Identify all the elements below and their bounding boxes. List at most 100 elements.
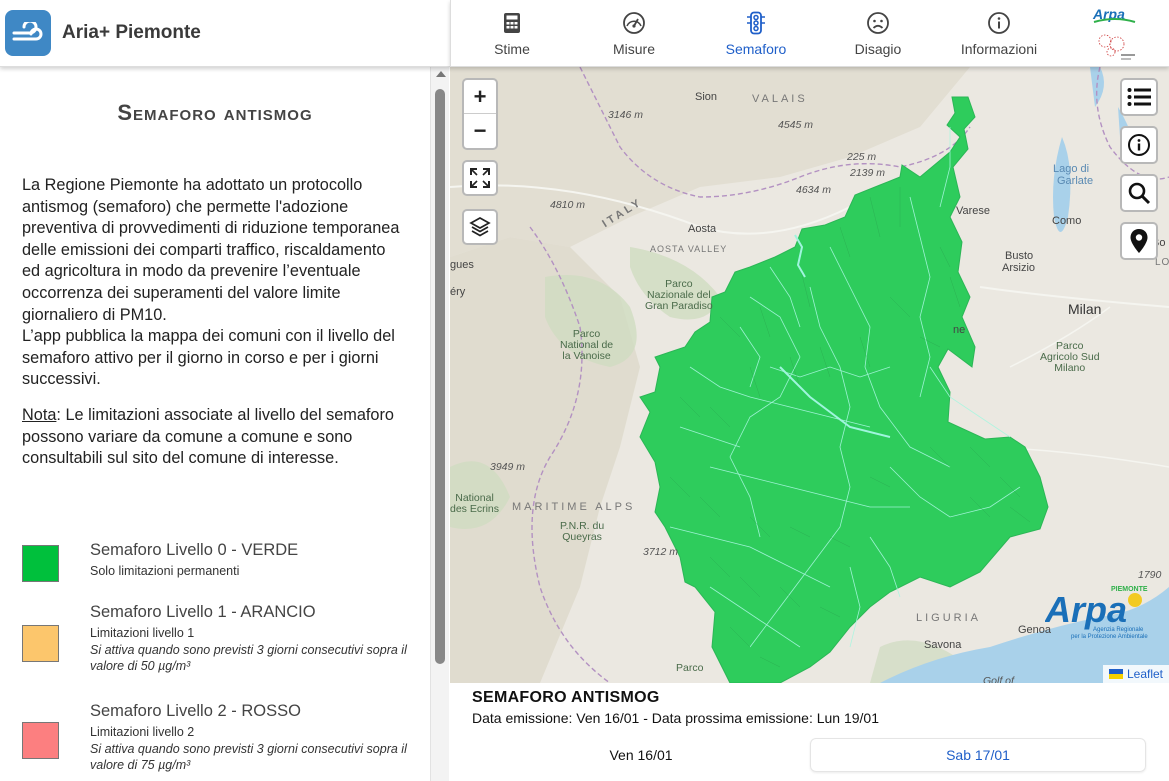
search-button[interactable]	[1120, 174, 1158, 212]
legend-swatch-rosso	[22, 722, 59, 759]
day-selector: Ven 16/01 Sab 17/01	[472, 738, 1146, 772]
legend-subtitle: Limitazioni livello 2	[90, 725, 195, 739]
layers-icon	[469, 217, 491, 237]
legend-subtitle: Solo limitazioni permanenti	[90, 564, 240, 578]
traffic-light-icon	[747, 11, 765, 34]
layers-button[interactable]	[462, 209, 498, 245]
map-label: MARITIME ALPS	[512, 501, 636, 513]
gauge-icon	[623, 11, 645, 34]
note-body: : Le limitazioni associate al livello de…	[22, 406, 394, 468]
zoom-in-button[interactable]: +	[464, 80, 496, 114]
scrollbar-thumb[interactable]	[435, 89, 445, 664]
map-label: Sion	[695, 91, 718, 103]
arpa-logo-icon: Arpa	[1091, 4, 1139, 62]
map-label: Parco	[676, 662, 704, 674]
map-label: Lago di	[1053, 163, 1090, 175]
tab-label: Informazioni	[960, 40, 1038, 57]
map-label: VALAIS	[752, 93, 808, 105]
map-label: LIGURIA	[916, 612, 982, 624]
tab-stime[interactable]: Stime	[469, 0, 555, 67]
app-logo-icon[interactable]	[5, 10, 51, 56]
zoom-control: + −	[462, 78, 498, 150]
attribution-link[interactable]: Leaflet	[1127, 667, 1163, 681]
map-label: Savona	[924, 639, 962, 651]
map-label: National des Ecrins	[450, 492, 500, 515]
map-label: ne	[953, 324, 966, 336]
map[interactable]: Sion VALAIS 3146 m 4545 m 225 m 2139 m 4…	[450, 67, 1169, 683]
map-label: Busto	[1005, 250, 1034, 262]
intro-text: La Regione Piemonte ha adottato un proto…	[22, 176, 400, 389]
svg-text:per la Protezione Ambientale: per la Protezione Ambientale	[1071, 634, 1148, 640]
info-button[interactable]	[1120, 126, 1158, 164]
map-label: 2139 m	[850, 167, 886, 179]
map-label: Parco Agricolo Sud Milano	[1040, 340, 1100, 374]
tab-semaforo[interactable]: Semaforo	[713, 0, 799, 67]
tab-misure[interactable]: Misure	[591, 0, 677, 67]
map-label: Aosta	[688, 223, 717, 235]
legend-subtitle: Limitazioni livello 1	[90, 626, 195, 640]
tab-informazioni[interactable]: Informazioni	[953, 0, 1045, 67]
attribution[interactable]: Leaflet	[1102, 665, 1169, 683]
map-label: 225 m	[847, 151, 877, 163]
list-button[interactable]	[1120, 78, 1158, 116]
map-label: 4634 m	[796, 184, 832, 196]
sad-face-icon	[867, 11, 889, 34]
map-label: Parco Nazionale del Gran Paradiso	[645, 278, 713, 312]
tab-label: Semaforo	[725, 40, 787, 57]
day-tab-today[interactable]: Ven 16/01	[472, 738, 810, 772]
tab-label: Disagio	[854, 40, 902, 57]
svg-text:Agenzia Regionale: Agenzia Regionale	[1093, 627, 1144, 633]
tab-label: Misure	[612, 40, 655, 57]
legend-title: Semaforo Livello 0 - VERDE	[90, 541, 299, 559]
legend-swatch-arancio	[22, 625, 59, 662]
location-pin-icon	[1130, 229, 1148, 253]
map-label: Milan	[1068, 301, 1102, 317]
zoom-out-button[interactable]: −	[464, 114, 496, 148]
fullscreen-icon	[470, 168, 490, 188]
emission-dates: Data emissione: Ven 16/01 - Data prossim…	[472, 710, 880, 726]
list-icon	[1127, 88, 1151, 106]
info-icon	[988, 11, 1010, 34]
map-label: Arsizio	[1002, 262, 1036, 274]
map-label: 3949 m	[490, 461, 526, 473]
scrollbar[interactable]	[430, 67, 449, 781]
map-label: éry	[450, 286, 466, 298]
legend-description: Si attiva quando sono previsti 3 giorni …	[90, 742, 407, 772]
legend-description: Si attiva quando sono previsti 3 giorni …	[90, 643, 407, 673]
map-label: Varese	[956, 205, 991, 217]
info-icon	[1128, 134, 1150, 156]
svg-text:Arpa: Arpa	[1045, 589, 1127, 630]
tab-label: Stime	[494, 40, 530, 57]
app-title: Aria+ Piemonte	[62, 22, 201, 43]
calculator-icon	[504, 12, 520, 33]
app-bar: Aria+ Piemonte	[0, 0, 450, 67]
ukraine-flag-icon	[1108, 669, 1123, 679]
legend-swatch-verde	[22, 545, 59, 582]
map-label: AOSTA VALLEY	[650, 244, 728, 254]
map-label: Parco National de la Vanoise	[560, 328, 614, 362]
search-icon	[1128, 182, 1151, 205]
map-label: 3146 m	[608, 109, 644, 121]
top-navigation: Stime Misure Semaforo Disagio Informazio…	[450, 0, 1169, 67]
arpa-map-logo-icon: PIEMONTE Arpa Agenzia Regionale per la P…	[1044, 584, 1161, 645]
map-label: Garlate	[1057, 175, 1094, 187]
legend-title: Semaforo Livello 1 - ARANCIO	[90, 603, 316, 621]
map-label: 3712 m	[643, 546, 679, 558]
tab-disagio[interactable]: Disagio	[835, 0, 921, 67]
map-label: Como	[1052, 215, 1082, 227]
location-button[interactable]	[1120, 222, 1158, 260]
note-label: Nota	[22, 406, 57, 424]
bottom-title: SEMAFORO ANTISMOG	[472, 689, 660, 706]
scroll-up-icon[interactable]	[436, 71, 446, 77]
map-label: P.N.R. du Queyras	[560, 520, 605, 543]
fullscreen-button[interactable]	[462, 160, 498, 196]
info-panel: Semaforo antismog La Regione Piemonte ha…	[0, 67, 450, 781]
map-label: 1790	[1138, 569, 1162, 581]
day-tab-tomorrow[interactable]: Sab 17/01	[810, 738, 1146, 772]
panel-title: Semaforo antismog	[117, 100, 313, 125]
map-label: 4810 m	[550, 199, 586, 211]
map-label: Golf of	[983, 675, 1014, 683]
note-text: Nota: Le limitazioni associate al livell…	[22, 405, 408, 470]
emission-info: SEMAFORO ANTISMOG Data emissione: Ven 16…	[450, 683, 1169, 781]
legend-title: Semaforo Livello 2 - ROSSO	[90, 702, 301, 720]
